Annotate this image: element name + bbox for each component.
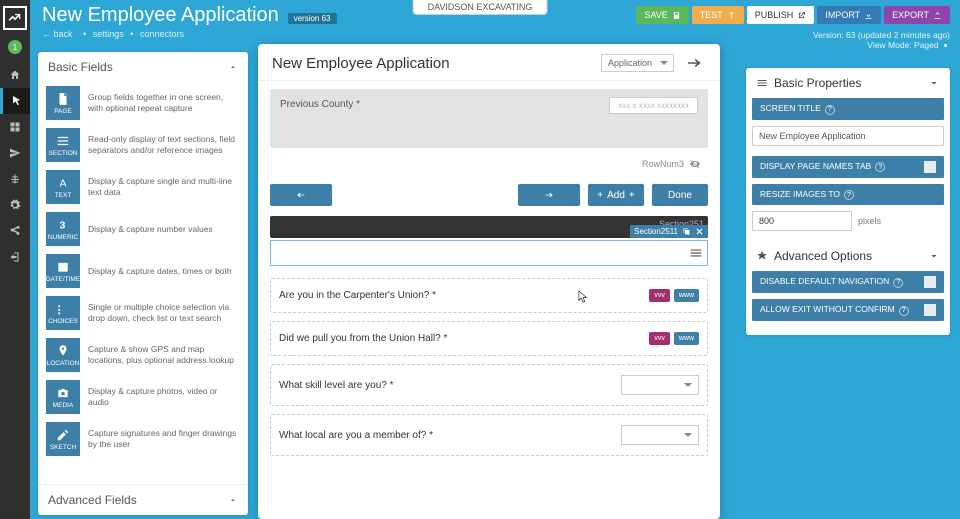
row-number-indicator: RowNum3 — [270, 154, 708, 178]
app-logo[interactable] — [3, 6, 27, 30]
row-menu-icon[interactable] — [689, 246, 703, 263]
save-button[interactable]: SAVE — [636, 6, 688, 24]
settings-link[interactable]: settings — [93, 29, 124, 39]
basic-properties-header[interactable]: Basic Properties — [746, 68, 950, 98]
question-row[interactable]: Did we pull you from the Union Hall? * vv… — [270, 321, 708, 356]
allow-exit-checkbox[interactable] — [924, 304, 936, 316]
disable-nav-checkbox[interactable] — [924, 276, 936, 288]
dropdown-input[interactable] — [621, 375, 699, 395]
palette-field-sketch[interactable]: SKETCHCapture signatures and finger draw… — [38, 418, 248, 460]
basic-fields-header[interactable]: Basic Fields — [38, 52, 248, 82]
header-actions: SAVE TEST PUBLISH IMPORT EXPORT — [636, 6, 950, 24]
location-icon: LOCATION — [46, 338, 80, 372]
copy-icon[interactable] — [682, 227, 691, 236]
media-icon: MEDIA — [46, 380, 80, 414]
nav-share-icon[interactable] — [0, 218, 30, 244]
advanced-fields-header[interactable]: Advanced Fields — [38, 484, 248, 515]
section-icon: SECTION — [46, 128, 80, 162]
done-button[interactable]: Done — [652, 184, 708, 206]
export-button[interactable]: EXPORT — [884, 6, 950, 24]
next-arrow-icon[interactable] — [682, 54, 706, 72]
resize-unit-label: pixels — [858, 216, 881, 226]
screen-title-input[interactable]: New Employee Application — [752, 126, 944, 146]
header-meta: Version: 63 (updated 2 minutes ago) View… — [813, 30, 950, 50]
resize-images-bar: RESIZE IMAGES TO? — [752, 184, 944, 206]
left-rail: 1 — [0, 0, 30, 519]
palette-field-numeric[interactable]: 3NUMERICDisplay & capture number values — [38, 208, 248, 250]
palette-field-text[interactable]: ATEXTDisplay & capture single and multi-… — [38, 166, 248, 208]
field-palette: Basic Fields PAGEGroup fields together i… — [38, 52, 248, 515]
option-chip[interactable]: vvv — [649, 289, 670, 302]
date-icon: DATE/TIME — [46, 254, 80, 288]
svg-text:A: A — [60, 177, 67, 189]
screen-title-bar: SCREEN TITLE? — [752, 98, 944, 120]
option-chip[interactable]: vvv — [649, 332, 670, 345]
display-tabs-bar[interactable]: DISPLAY PAGE NAMES TAB? — [752, 156, 944, 178]
option-chip[interactable]: www — [674, 289, 699, 302]
close-icon[interactable] — [695, 227, 704, 236]
next-page-button[interactable] — [518, 184, 580, 206]
disable-nav-bar[interactable]: DISABLE DEFAULT NAVIGATION? — [752, 271, 944, 293]
choices-icon: CHOICES — [46, 296, 80, 330]
publish-button[interactable]: PUBLISH — [747, 6, 815, 24]
nav-home-icon[interactable] — [0, 62, 30, 88]
palette-field-media[interactable]: MEDIADisplay & capture photos, video or … — [38, 376, 248, 418]
prev-page-button[interactable] — [270, 184, 332, 206]
question-label: Did we pull you from the Union Hall? * — [279, 333, 447, 344]
palette-field-page[interactable]: PAGEGroup fields together in one screen,… — [38, 82, 248, 124]
question-row[interactable]: What skill level are you? * — [270, 364, 708, 406]
selection-badge: Section2511 — [630, 225, 708, 238]
question-label: What local are you a member of? * — [279, 430, 433, 441]
question-row[interactable]: Are you in the Carpenter's Union? * vvvww… — [270, 278, 708, 313]
previous-county-field[interactable]: Previous County * xxx x xxxx xxxxxxxx — [270, 89, 708, 148]
properties-panel: Basic Properties SCREEN TITLE? New Emplo… — [746, 68, 950, 335]
question-label: What skill level are you? * — [279, 380, 394, 391]
header: New Employee Application version 63 ← ba… — [30, 0, 960, 48]
resize-value-input[interactable]: 800 — [752, 211, 852, 231]
question-row[interactable]: What local are you a member of? * — [270, 414, 708, 456]
connectors-link[interactable]: connectors — [140, 29, 184, 39]
view-mode-select[interactable]: Application — [601, 54, 674, 72]
version-badge: version 63 — [288, 13, 337, 24]
selected-section-row[interactable]: Section2511 — [270, 240, 708, 266]
sketch-icon: SKETCH — [46, 422, 80, 456]
visibility-off-icon — [688, 158, 702, 170]
nav-exit-icon[interactable] — [0, 244, 30, 270]
nav-pointer-icon[interactable] — [0, 88, 30, 114]
dropdown-input[interactable] — [621, 425, 699, 445]
canvas-toolbar: +Add+ Done — [270, 184, 708, 206]
page-title: New Employee Application — [42, 4, 279, 26]
import-button[interactable]: IMPORT — [817, 6, 881, 24]
option-chip[interactable]: www — [674, 332, 699, 345]
test-button[interactable]: TEST — [692, 6, 744, 24]
advanced-options-header[interactable]: Advanced Options — [746, 241, 950, 271]
palette-field-section[interactable]: SECTIONRead-only display of text section… — [38, 124, 248, 166]
allow-exit-bar[interactable]: ALLOW EXIT WITHOUT CONFIRM? — [752, 299, 944, 321]
nav-grid-icon[interactable] — [0, 114, 30, 140]
form-canvas: New Employee Application Application Pre… — [258, 44, 720, 519]
numeric-icon: 3NUMERIC — [46, 212, 80, 246]
display-tabs-checkbox[interactable] — [924, 161, 936, 173]
palette-field-location[interactable]: LOCATIONCapture & show GPS and map locat… — [38, 334, 248, 376]
nav-send-icon[interactable] — [0, 140, 30, 166]
nav-gear-icon[interactable] — [0, 192, 30, 218]
text-icon: ATEXT — [46, 170, 80, 204]
palette-field-choices[interactable]: CHOICESSingle or multiple choice selecti… — [38, 292, 248, 334]
svg-text:3: 3 — [60, 219, 66, 231]
add-button[interactable]: +Add+ — [588, 184, 644, 206]
page-icon: PAGE — [46, 86, 80, 120]
notif-badge[interactable]: 1 — [8, 40, 22, 54]
canvas-title: New Employee Application — [272, 55, 450, 72]
back-link[interactable]: ← back — [42, 29, 77, 39]
previous-county-input[interactable]: xxx x xxxx xxxxxxxx — [609, 97, 698, 114]
palette-field-date/time[interactable]: DATE/TIMEDisplay & capture dates, times … — [38, 250, 248, 292]
question-label: Are you in the Carpenter's Union? * — [279, 290, 436, 301]
nav-tree-icon[interactable] — [0, 166, 30, 192]
